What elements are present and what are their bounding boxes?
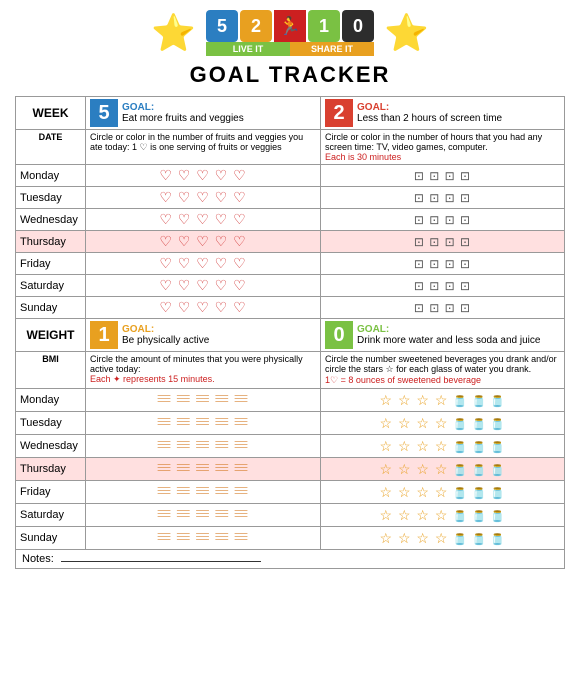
goal2-cell: 2 GOAL: Less than 2 hours of screen time [321,97,565,130]
goal3-cell: 1 GOAL: Be physically active [86,319,321,352]
saturday-monitors: ⊡ ⊡ ⊡ ⊡ [321,275,565,297]
table-row: Wednesday ♡ ♡ ♡ ♡ ♡ ⊡ ⊡ ⊡ ⊡ [16,209,565,231]
goal1-cell: 5 GOAL: Eat more fruits and veggies [86,97,321,130]
day-friday-2: Friday [16,481,86,504]
day-wednesday-2: Wednesday [16,435,86,458]
goal-tracker-table: WEEK 5 GOAL: Eat more fruits and veggies… [15,96,565,569]
wednesday-stars-water: ☆ ☆ ☆ ☆ 🫙 🫙 🫙 [321,435,565,458]
table-row: Monday ♡ ♡ ♡ ♡ ♡ ⊡ ⊡ ⊡ ⊡ [16,165,565,187]
sunday-sticks: 𝄘 𝄘 𝄘 𝄘 𝄘 [86,527,321,550]
date-desc1: Circle or color in the number of fruits … [86,130,321,165]
friday-stars-water: ☆ ☆ ☆ ☆ 🫙 🫙 🫙 [321,481,565,504]
thursday-monitors: ⊡ ⊡ ⊡ ⊡ [321,231,565,253]
day-sunday-2: Sunday [16,527,86,550]
wednesday-monitors: ⊡ ⊡ ⊡ ⊡ [321,209,565,231]
logo: 5 2 🏃 1 0 LIVE IT SHARE IT [206,10,374,56]
notes-cell: Notes: [16,550,565,569]
saturday-apples: ♡ ♡ ♡ ♡ ♡ [86,275,321,297]
star-left: ⭐ [151,12,196,54]
sunday-apples: ♡ ♡ ♡ ♡ ♡ [86,297,321,319]
day-wednesday-1: Wednesday [16,209,86,231]
monday-stars-water: ☆ ☆ ☆ ☆ 🫙 🫙 🫙 [321,389,565,412]
sunday-stars-water: ☆ ☆ ☆ ☆ 🫙 🫙 🫙 [321,527,565,550]
goal4-number: 0 [325,321,353,349]
wednesday-sticks: 𝄘 𝄘 𝄘 𝄘 𝄘 [86,435,321,458]
day-thursday-1: Thursday [16,231,86,253]
day-monday-2: Monday [16,389,86,412]
table-row: Thursday 𝄘 𝄘 𝄘 𝄘 𝄘 ☆ ☆ ☆ ☆ 🫙 🫙 🫙 [16,458,565,481]
notes-line [61,561,261,562]
logo-5: 5 [206,10,238,42]
table-row: Sunday ♡ ♡ ♡ ♡ ♡ ⊡ ⊡ ⊡ ⊡ [16,297,565,319]
day-saturday-1: Saturday [16,275,86,297]
bmi-desc2: Circle the number sweetened beverages yo… [321,352,565,389]
day-tuesday-1: Tuesday [16,187,86,209]
day-saturday-2: Saturday [16,504,86,527]
weight-goal-row: WEIGHT 1 GOAL: Be physically active 0 GO… [16,319,565,352]
weight-label: WEIGHT [16,319,86,352]
thursday-sticks: 𝄘 𝄘 𝄘 𝄘 𝄘 [86,458,321,481]
notes-row: Notes: [16,550,565,569]
goal4-cell: 0 GOAL: Drink more water and less soda a… [321,319,565,352]
day-thursday-2: Thursday [16,458,86,481]
thursday-stars-water: ☆ ☆ ☆ ☆ 🫙 🫙 🫙 [321,458,565,481]
wednesday-apples: ♡ ♡ ♡ ♡ ♡ [86,209,321,231]
monday-monitors: ⊡ ⊡ ⊡ ⊡ [321,165,565,187]
day-monday-1: Monday [16,165,86,187]
saturday-stars-water: ☆ ☆ ☆ ☆ 🫙 🫙 🫙 [321,504,565,527]
table-row: Monday 𝄘 𝄘 𝄘 𝄘 𝄘 ☆ ☆ ☆ ☆ 🫙 🫙 🫙 [16,389,565,412]
tuesday-apples: ♡ ♡ ♡ ♡ ♡ [86,187,321,209]
goal2-text: GOAL: Less than 2 hours of screen time [357,102,502,124]
monday-apples: ♡ ♡ ♡ ♡ ♡ [86,165,321,187]
table-row: Tuesday 𝄘 𝄘 𝄘 𝄘 𝄘 ☆ ☆ ☆ ☆ 🫙 🫙 🫙 [16,412,565,435]
tuesday-stars-water: ☆ ☆ ☆ ☆ 🫙 🫙 🫙 [321,412,565,435]
logo-figure: 🏃 [274,10,306,42]
tuesday-monitors: ⊡ ⊡ ⊡ ⊡ [321,187,565,209]
table-row: Saturday 𝄘 𝄘 𝄘 𝄘 𝄘 ☆ ☆ ☆ ☆ 🫙 🫙 🫙 [16,504,565,527]
day-friday-1: Friday [16,253,86,275]
week-goal-row: WEEK 5 GOAL: Eat more fruits and veggies… [16,97,565,130]
day-sunday-1: Sunday [16,297,86,319]
table-row: Sunday 𝄘 𝄘 𝄘 𝄘 𝄘 ☆ ☆ ☆ ☆ 🫙 🫙 🫙 [16,527,565,550]
friday-sticks: 𝄘 𝄘 𝄘 𝄘 𝄘 [86,481,321,504]
logo-live-it: LIVE IT [206,42,290,56]
table-row: Wednesday 𝄘 𝄘 𝄘 𝄘 𝄘 ☆ ☆ ☆ ☆ 🫙 🫙 🫙 [16,435,565,458]
sunday-monitors: ⊡ ⊡ ⊡ ⊡ [321,297,565,319]
monday-sticks: 𝄘 𝄘 𝄘 𝄘 𝄘 [86,389,321,412]
notes-label: Notes: [22,553,54,565]
bmi-row: BMI Circle the amount of minutes that yo… [16,352,565,389]
table-row: Friday ♡ ♡ ♡ ♡ ♡ ⊡ ⊡ ⊡ ⊡ [16,253,565,275]
goal3-text: GOAL: Be physically active [122,324,209,346]
week-label: WEEK [16,97,86,130]
friday-monitors: ⊡ ⊡ ⊡ ⊡ [321,253,565,275]
star-right: ⭐ [384,12,429,54]
page-title: GOAL TRACKER [15,62,565,88]
goal2-number: 2 [325,99,353,127]
date-row: DATE Circle or color in the number of fr… [16,130,565,165]
logo-share-it: SHARE IT [290,42,374,56]
goal1-text: GOAL: Eat more fruits and veggies [122,102,244,124]
thursday-apples: ♡ ♡ ♡ ♡ ♡ [86,231,321,253]
saturday-sticks: 𝄘 𝄘 𝄘 𝄘 𝄘 [86,504,321,527]
date-desc2: Circle or color in the number of hours t… [321,130,565,165]
day-tuesday-2: Tuesday [16,412,86,435]
goal1-number: 5 [90,99,118,127]
logo-0: 0 [342,10,374,42]
bmi-label: BMI [16,352,86,389]
friday-apples: ♡ ♡ ♡ ♡ ♡ [86,253,321,275]
header: ⭐ 5 2 🏃 1 0 LIVE IT SHARE IT ⭐ [15,10,565,56]
goal4-text: GOAL: Drink more water and less soda and… [357,324,540,346]
table-row: Thursday ♡ ♡ ♡ ♡ ♡ ⊡ ⊡ ⊡ ⊡ [16,231,565,253]
table-row: Friday 𝄘 𝄘 𝄘 𝄘 𝄘 ☆ ☆ ☆ ☆ 🫙 🫙 🫙 [16,481,565,504]
logo-2: 2 [240,10,272,42]
tuesday-sticks: 𝄘 𝄘 𝄘 𝄘 𝄘 [86,412,321,435]
date-label: DATE [16,130,86,165]
goal3-number: 1 [90,321,118,349]
bmi-desc1: Circle the amount of minutes that you we… [86,352,321,389]
logo-1: 1 [308,10,340,42]
table-row: Tuesday ♡ ♡ ♡ ♡ ♡ ⊡ ⊡ ⊡ ⊡ [16,187,565,209]
table-row: Saturday ♡ ♡ ♡ ♡ ♡ ⊡ ⊡ ⊡ ⊡ [16,275,565,297]
